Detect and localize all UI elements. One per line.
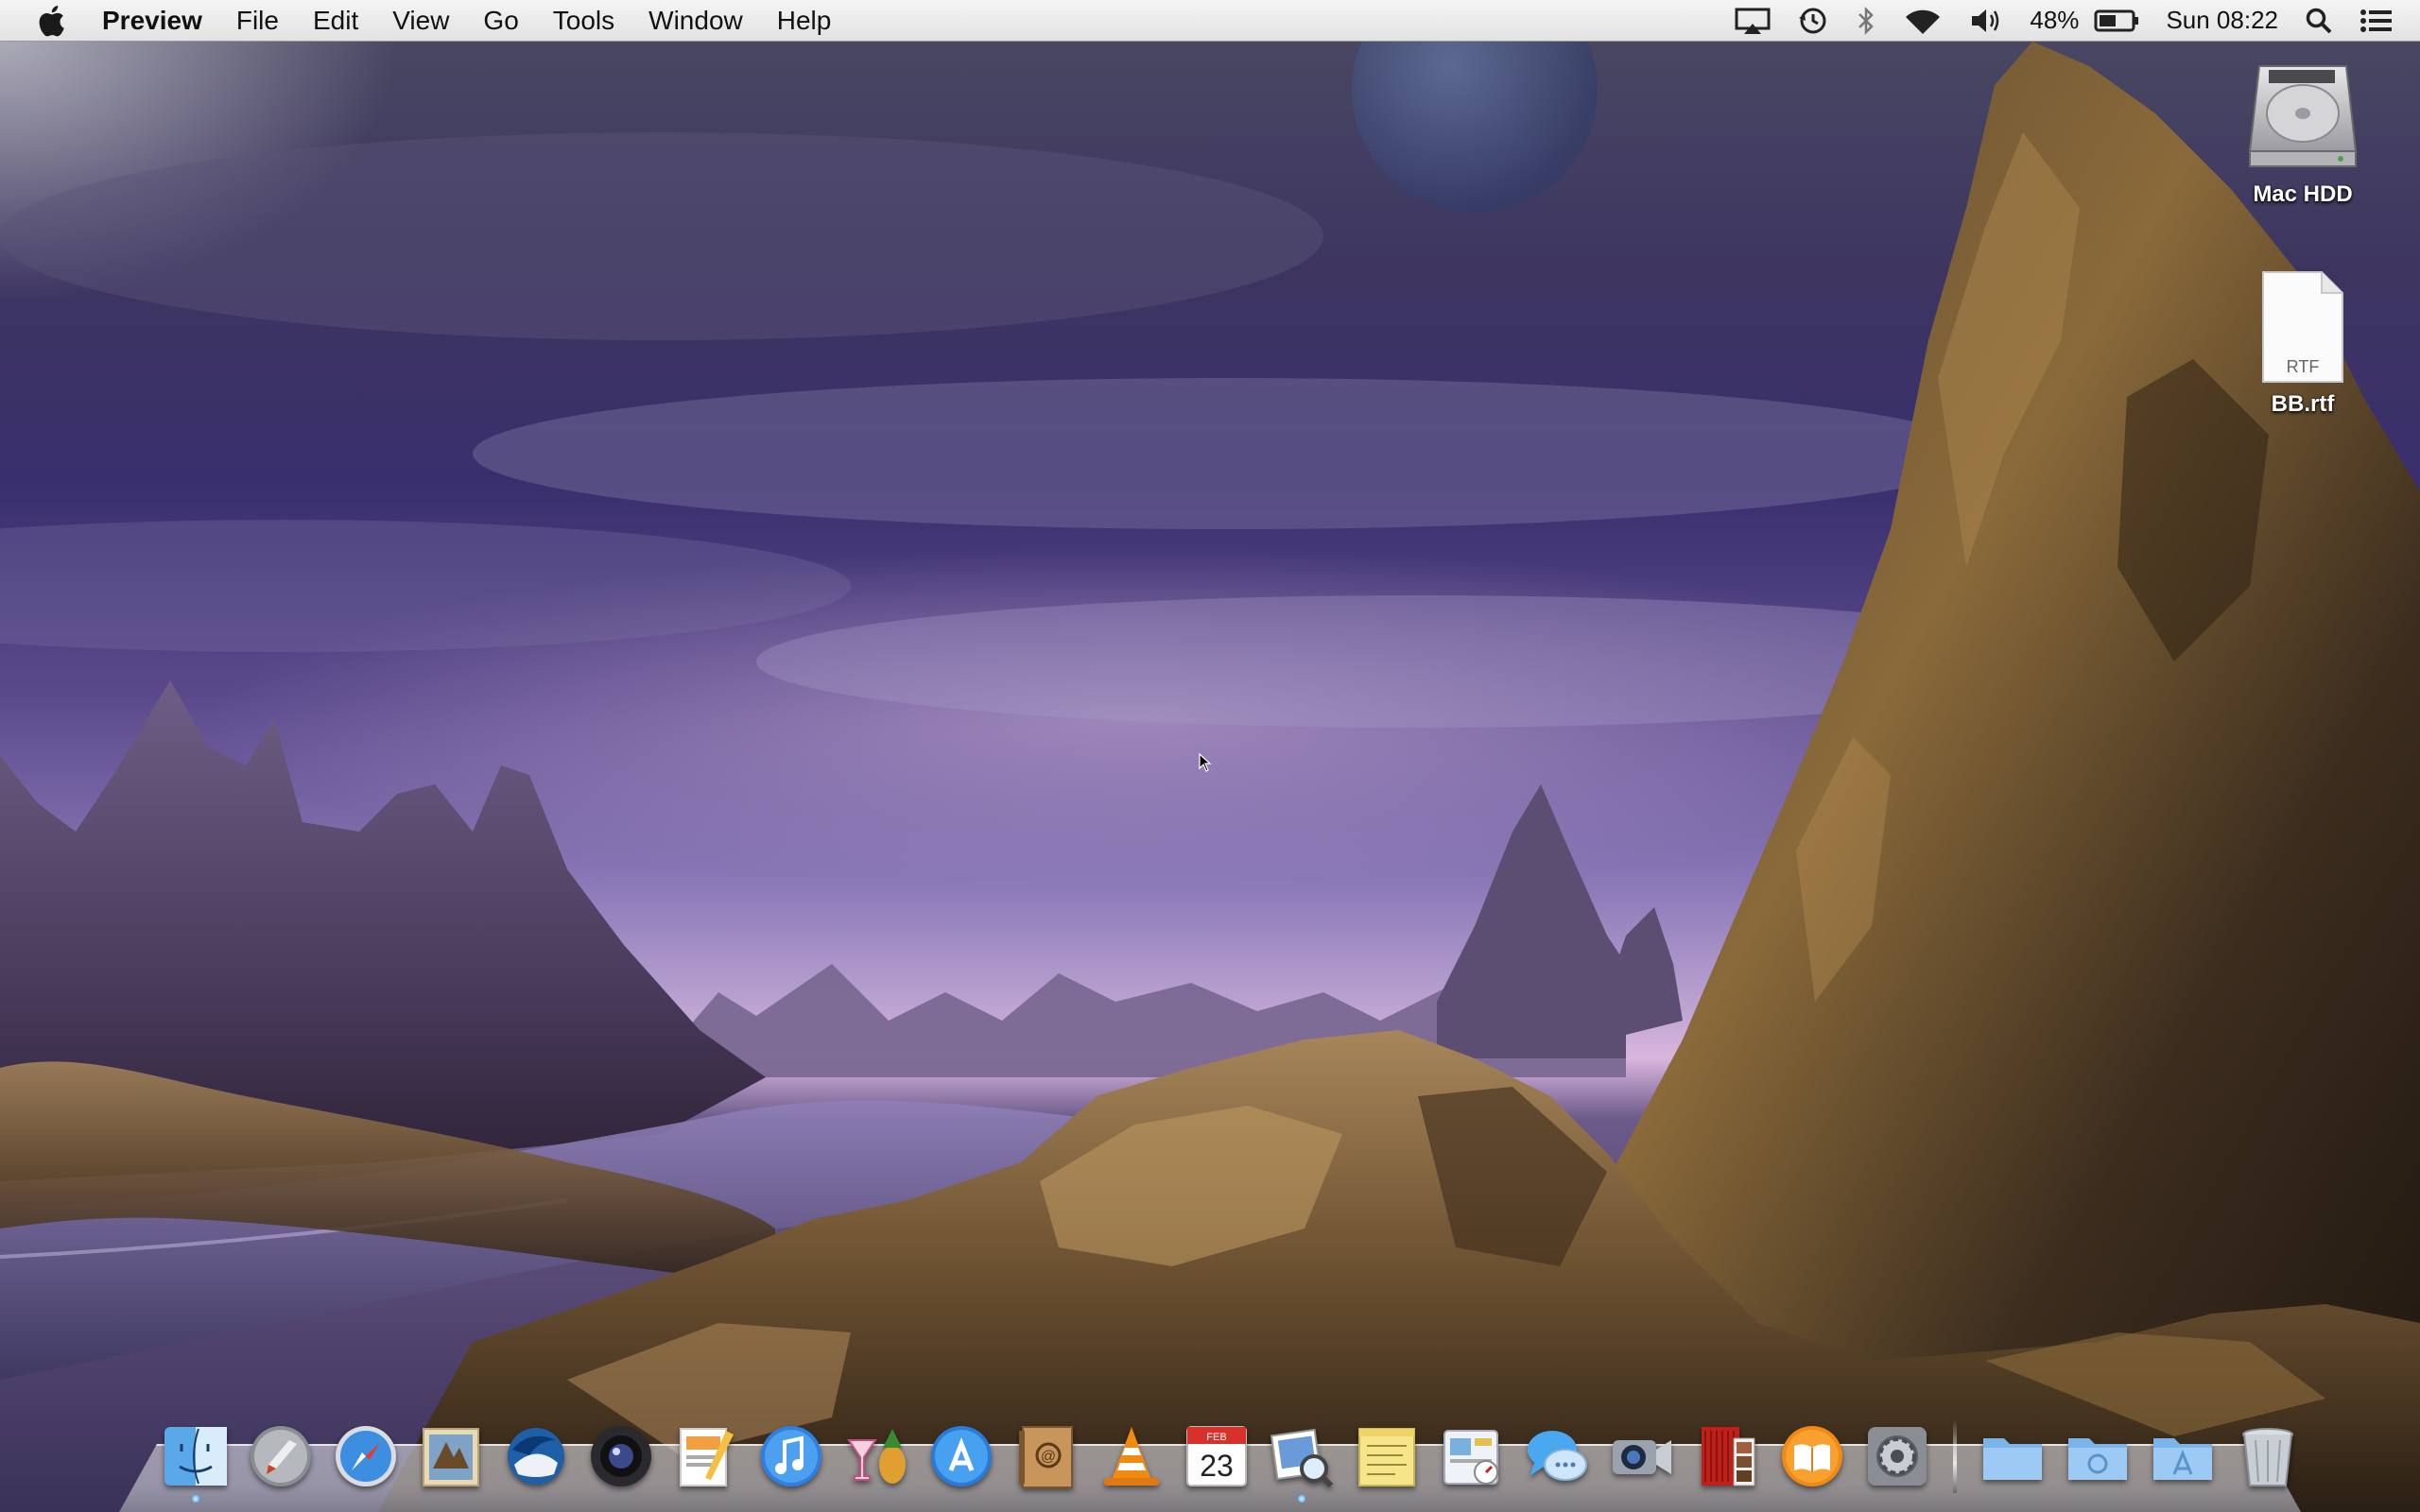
menu-app-name[interactable]: Preview xyxy=(102,0,219,42)
dock-photo-booth[interactable] xyxy=(1607,1419,1677,1493)
bluetooth-icon[interactable] xyxy=(1842,0,1890,42)
preview-icon xyxy=(1270,1428,1334,1488)
dock-dashboard[interactable] xyxy=(1437,1419,1507,1493)
photo-booth-icon xyxy=(1702,1427,1755,1486)
dock-stack-documents[interactable] xyxy=(2063,1419,2133,1493)
calendar-day: 23 xyxy=(1200,1449,1234,1483)
menu-tools[interactable]: Tools xyxy=(536,0,631,42)
gear-icon xyxy=(1868,1427,1927,1486)
desktop-icon-bb-rtf[interactable]: RTF BB.rtf xyxy=(2208,268,2397,418)
camera-lens-icon xyxy=(591,1426,651,1486)
safari-icon xyxy=(336,1426,396,1486)
dock-messages[interactable] xyxy=(1522,1419,1592,1493)
running-indicator xyxy=(1298,1495,1305,1503)
dock-itunes[interactable] xyxy=(756,1419,826,1493)
dock-photo-booth-alt[interactable] xyxy=(1692,1419,1762,1493)
time-machine-icon[interactable] xyxy=(1784,0,1842,42)
mail-icon xyxy=(423,1428,479,1486)
wifi-icon[interactable] xyxy=(1890,0,1956,42)
dashboard-icon xyxy=(1443,1430,1498,1485)
dock: @ FEB 23 xyxy=(161,1408,2303,1503)
pages-icon xyxy=(680,1428,734,1486)
folder-icon xyxy=(1983,1438,2042,1480)
dock-finder[interactable] xyxy=(161,1419,231,1503)
documents-folder-icon xyxy=(2068,1438,2127,1480)
vlc-cone-icon xyxy=(1104,1427,1159,1486)
desktop-icon-label: Mac HDD xyxy=(2253,181,2353,207)
calendar-icon: FEB 23 xyxy=(1186,1426,1247,1486)
rtf-document-icon: RTF xyxy=(2262,271,2343,383)
dock-pages[interactable] xyxy=(671,1419,741,1493)
battery-percent[interactable]: 48% xyxy=(2016,0,2092,42)
menu-bar: Preview File Edit View Go Tools Window H… xyxy=(0,0,2420,42)
menu-help[interactable]: Help xyxy=(760,0,849,42)
trash-icon xyxy=(2242,1428,2293,1486)
itunes-icon xyxy=(761,1426,821,1486)
app-store-folder-icon xyxy=(2153,1438,2212,1480)
dock-ibooks[interactable] xyxy=(1777,1419,1847,1493)
airplay-icon[interactable] xyxy=(1721,0,1784,42)
dock-stack-downloads[interactable] xyxy=(2148,1419,2218,1493)
menubar-clock[interactable]: Sun 08:22 xyxy=(2152,0,2291,42)
app-store-icon xyxy=(931,1426,992,1486)
apple-menu-icon[interactable] xyxy=(0,0,102,42)
dock-safari[interactable] xyxy=(331,1419,401,1493)
dock-vlc[interactable] xyxy=(1097,1419,1167,1493)
dock-thunderbird[interactable] xyxy=(501,1419,571,1493)
spotlight-icon[interactable] xyxy=(2291,0,2346,42)
dock-calendar[interactable]: FEB 23 xyxy=(1182,1419,1252,1493)
dock-stickies[interactable] xyxy=(1352,1419,1422,1493)
stickies-icon xyxy=(1358,1428,1415,1486)
dock-preview[interactable] xyxy=(1267,1419,1337,1503)
menu-go[interactable]: Go xyxy=(466,0,535,42)
battery-icon[interactable] xyxy=(2092,0,2152,42)
hard-drive-icon xyxy=(2248,65,2358,167)
dock-trash[interactable] xyxy=(2233,1419,2303,1493)
menu-window[interactable]: Window xyxy=(631,0,760,42)
rtf-badge: RTF xyxy=(2287,357,2320,376)
status-area: 48% Sun 08:22 xyxy=(1721,0,2420,42)
desktop-icon-mac-hdd[interactable]: Mac HDD xyxy=(2208,57,2397,208)
notification-center-icon[interactable] xyxy=(2346,0,2407,42)
launchpad-icon xyxy=(251,1426,311,1486)
video-camera-icon xyxy=(1613,1440,1671,1474)
dock-system-preferences[interactable] xyxy=(1862,1419,1932,1493)
ibooks-icon xyxy=(1782,1426,1842,1486)
thunderbird-icon xyxy=(508,1428,564,1485)
desktop-icon-label: BB.rtf xyxy=(2271,391,2335,417)
dock-app-store[interactable] xyxy=(926,1419,996,1493)
volume-icon[interactable] xyxy=(1956,0,2016,42)
cocktail-pineapple-icon xyxy=(847,1429,906,1484)
dock-separator xyxy=(1953,1419,1957,1493)
menu-edit[interactable]: Edit xyxy=(296,0,375,42)
contacts-icon: @ xyxy=(1019,1426,1073,1488)
running-indicator xyxy=(192,1495,199,1503)
mouse-cursor-icon xyxy=(1199,753,1212,772)
dock-mail[interactable] xyxy=(416,1419,486,1493)
dock-facetime[interactable] xyxy=(586,1419,656,1493)
menu-file[interactable]: File xyxy=(219,0,296,42)
dock-stack-applications[interactable] xyxy=(1978,1419,2048,1493)
svg-text:@: @ xyxy=(1041,1449,1056,1465)
finder-icon xyxy=(164,1427,227,1486)
messages-icon xyxy=(1528,1431,1587,1481)
dock-launchpad[interactable] xyxy=(246,1419,316,1493)
dock-adium[interactable] xyxy=(841,1419,911,1493)
calendar-month: FEB xyxy=(1206,1432,1226,1443)
menu-view[interactable]: View xyxy=(375,0,466,42)
dock-contacts[interactable]: @ xyxy=(1011,1419,1081,1493)
